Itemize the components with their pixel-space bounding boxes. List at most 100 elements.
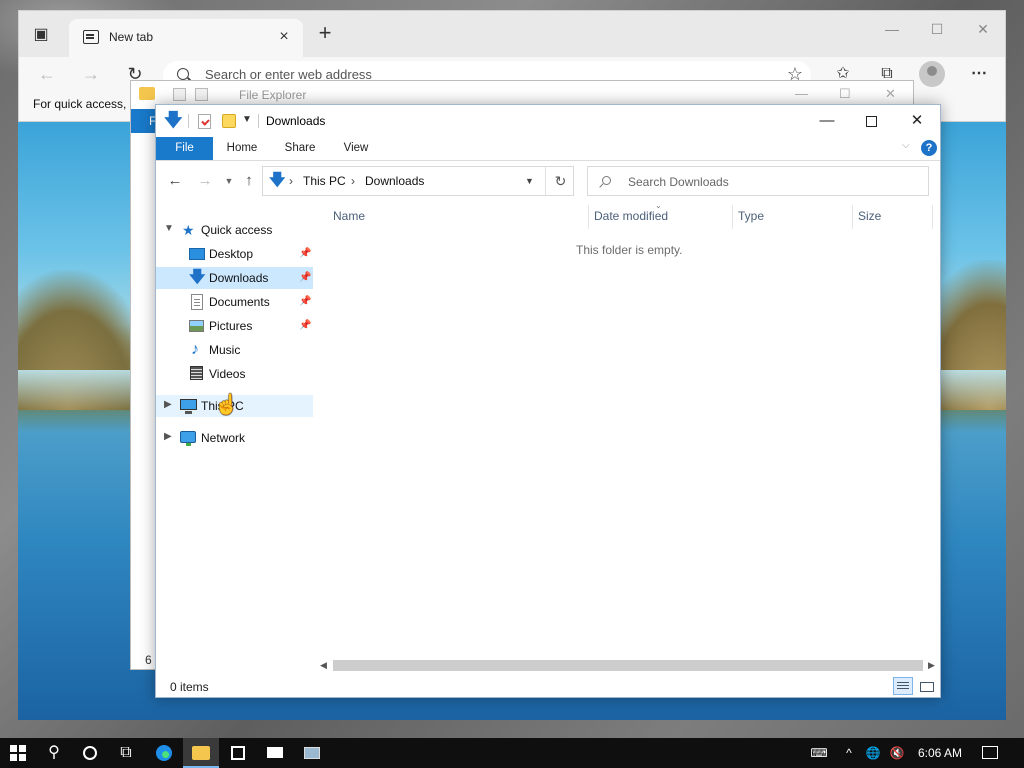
breadcrumb-chevron-icon[interactable]: › <box>351 174 355 188</box>
profile-avatar[interactable] <box>919 61 945 87</box>
browser-back-button[interactable]: ← <box>35 62 59 86</box>
address-bar[interactable]: 🡇 › This PC › Downloads ▼ ↻ <box>262 166 574 196</box>
background-explorer-title: File Explorer <box>239 88 307 102</box>
expanded-chevron-icon[interactable]: ▼ <box>164 223 174 234</box>
new-tab-page-icon <box>83 30 99 44</box>
edge-taskbar-button[interactable] <box>146 738 182 768</box>
nav-label-quick-access: Quick access <box>201 223 273 237</box>
show-hidden-icons-chevron-icon[interactable]: ^ <box>838 738 860 768</box>
search-input[interactable]: Search Downloads <box>587 166 929 196</box>
column-divider[interactable] <box>852 205 853 229</box>
column-header-name[interactable]: Name <box>333 209 365 229</box>
close-button[interactable]: ✕ <box>894 109 940 133</box>
browser-forward-button[interactable]: → <box>79 62 103 86</box>
search-placeholder: Search Downloads <box>628 175 729 189</box>
pin-icon: 📌 <box>299 296 312 307</box>
nav-item-documents[interactable]: Documents 📌 <box>156 291 313 313</box>
refresh-icon[interactable]: ↻ <box>545 167 575 195</box>
horizontal-scrollbar[interactable]: ◀ ▶ <box>318 657 940 673</box>
nav-item-downloads[interactable]: 🡇 Downloads 📌 <box>156 267 313 289</box>
browser-maximize-button[interactable]: ☐ <box>924 19 950 39</box>
nav-label-downloads: Downloads <box>209 271 269 285</box>
notification-center-icon[interactable] <box>982 746 998 759</box>
start-button[interactable] <box>0 738 36 768</box>
browser-tab-title: New tab <box>109 30 154 44</box>
explorer-titlebar[interactable]: 🡇 ▼ Downloads — ✕ <box>156 105 940 137</box>
new-folder-icon[interactable] <box>222 114 236 128</box>
collapsed-chevron-icon[interactable]: ▶ <box>164 399 172 410</box>
new-tab-button[interactable]: + <box>315 22 335 44</box>
up-button[interactable]: ↑ <box>238 171 260 191</box>
downloads-folder-icon: 🡇 <box>164 110 183 130</box>
expand-ribbon-chevron-icon[interactable]: ⌵ <box>902 140 910 151</box>
nav-item-videos[interactable]: Videos <box>156 363 313 385</box>
settings-more-icon[interactable]: ⋯ <box>969 64 989 84</box>
nav-item-network[interactable]: ▶ Network <box>156 427 313 449</box>
nav-label-pictures: Pictures <box>209 319 253 333</box>
tab-actions-icon[interactable]: ▣ <box>31 25 51 45</box>
ribbon-tabs: File Home Share View ⌵ ? <box>156 137 940 160</box>
column-divider[interactable] <box>932 205 933 229</box>
column-header-size[interactable]: Size <box>858 209 881 229</box>
nav-item-music[interactable]: ♪ Music <box>156 339 313 361</box>
scroll-left-icon[interactable]: ◀ <box>320 657 327 673</box>
store-taskbar-button[interactable] <box>220 738 256 768</box>
taskbar-clock[interactable]: 6:06 AM <box>914 738 966 768</box>
collapsed-chevron-icon[interactable]: ▶ <box>164 431 172 442</box>
column-header-type[interactable]: Type <box>738 209 764 229</box>
search-button[interactable]: ⚲ <box>36 738 72 768</box>
remote-desktop-taskbar-button[interactable] <box>294 738 330 768</box>
store-icon <box>231 745 245 760</box>
tab-view[interactable]: View <box>332 137 380 160</box>
nav-item-desktop[interactable]: Desktop 📌 <box>156 243 313 265</box>
browser-tab[interactable]: New tab × <box>69 19 303 57</box>
search-icon <box>602 176 611 185</box>
file-explorer-icon <box>192 745 210 760</box>
tab-home[interactable]: Home <box>218 137 266 160</box>
windows-logo-icon <box>10 744 26 761</box>
downloads-icon: 🡇 <box>189 269 206 286</box>
scroll-right-icon[interactable]: ▶ <box>928 657 935 673</box>
music-icon: ♪ <box>191 341 199 358</box>
breadcrumb-downloads[interactable]: Downloads <box>365 174 424 188</box>
browser-close-button[interactable]: ✕ <box>970 19 996 39</box>
qat-separator <box>258 114 259 128</box>
forward-button[interactable]: → <box>194 171 216 191</box>
column-divider[interactable] <box>732 205 733 229</box>
task-view-button[interactable]: ⧉ <box>108 738 144 768</box>
pin-icon: 📌 <box>299 272 312 283</box>
column-header-date-modified[interactable]: Date modified <box>594 209 668 229</box>
maximize-button[interactable] <box>848 109 894 133</box>
tab-file[interactable]: File <box>156 137 213 160</box>
scrollbar-thumb[interactable] <box>333 660 923 671</box>
tab-share[interactable]: Share <box>276 137 324 160</box>
close-tab-icon[interactable]: × <box>275 28 293 46</box>
maximize-icon[interactable]: ☐ <box>839 86 851 102</box>
nav-item-pictures[interactable]: Pictures 📌 <box>156 315 313 337</box>
cortana-icon <box>83 745 97 760</box>
cortana-button[interactable] <box>72 738 108 768</box>
taskbar: ⚲ ⧉ ⌨ ^ 🌐 🔇 6:06 AM <box>0 738 1024 768</box>
column-divider[interactable] <box>588 205 589 229</box>
minimize-icon[interactable]: — <box>795 86 808 101</box>
large-icons-view-icon[interactable] <box>916 677 936 695</box>
recent-locations-chevron-icon[interactable]: ▼ <box>218 171 240 191</box>
nav-item-quick-access[interactable]: ▼ ★ Quick access <box>156 219 313 241</box>
properties-icon[interactable] <box>198 114 211 129</box>
background-file-tab[interactable]: F <box>131 109 156 133</box>
network-globe-icon[interactable]: 🌐 <box>862 738 884 768</box>
file-explorer-taskbar-button[interactable] <box>183 738 219 768</box>
breadcrumb-chevron-icon[interactable]: › <box>289 174 293 188</box>
address-history-chevron-icon[interactable]: ▼ <box>525 176 534 186</box>
browser-minimize-button[interactable]: — <box>879 19 905 39</box>
help-icon[interactable]: ? <box>921 140 937 156</box>
volume-muted-icon[interactable]: 🔇 <box>886 738 908 768</box>
details-view-icon[interactable] <box>893 677 913 695</box>
back-button[interactable]: ← <box>164 171 186 191</box>
close-icon[interactable]: ✕ <box>885 86 896 102</box>
mail-taskbar-button[interactable] <box>257 738 293 768</box>
breadcrumb-this-pc[interactable]: This PC <box>303 174 346 188</box>
minimize-button[interactable]: — <box>804 109 850 133</box>
keyboard-icon[interactable]: ⌨ <box>806 738 832 768</box>
folder-icon <box>139 87 155 100</box>
